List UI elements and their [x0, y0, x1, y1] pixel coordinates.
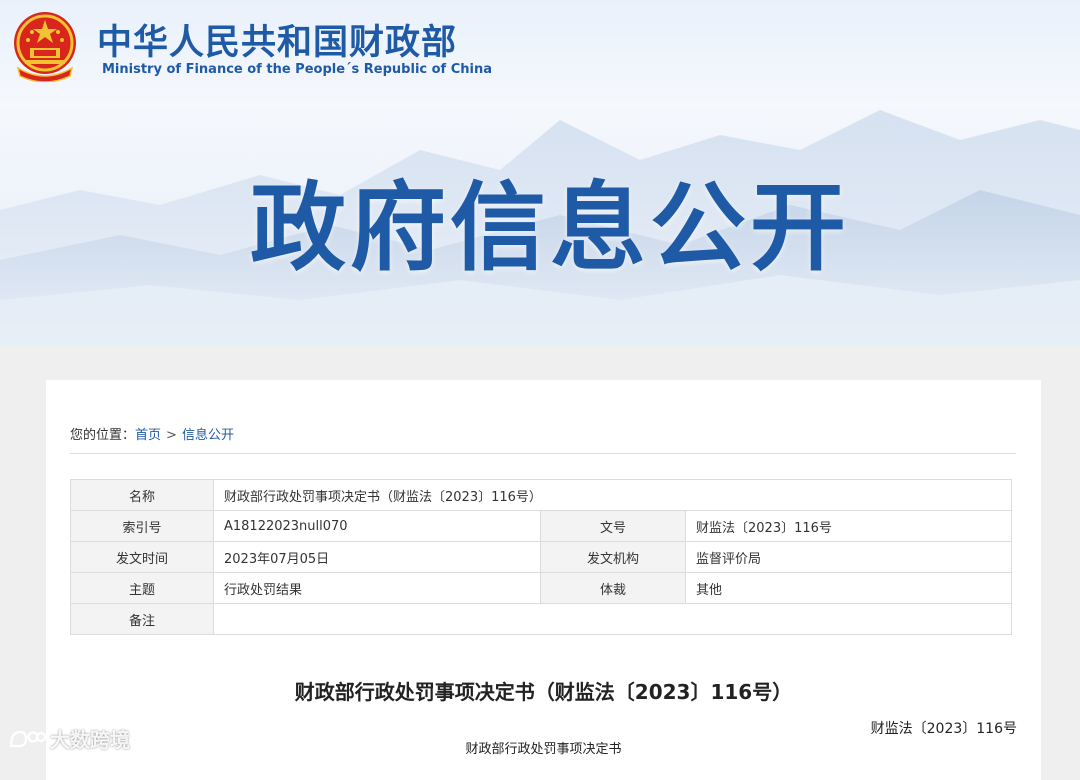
- topic-value: 行政处罚结果: [213, 572, 541, 604]
- doc-no-value: 财监法〔2023〕116号: [685, 510, 1012, 542]
- genre-value: 其他: [685, 572, 1012, 604]
- national-emblem-icon: [10, 10, 80, 83]
- date-value: 2023年07月05日: [213, 541, 541, 573]
- date-label: 发文时间: [70, 541, 214, 573]
- index-value: A18122023null070: [213, 510, 541, 542]
- document-subtitle: 财政部行政处罚事项决定书: [465, 742, 622, 757]
- hero-title: 政府信息公开: [250, 172, 850, 284]
- topic-label: 主题: [70, 572, 214, 604]
- breadcrumb: 您的位置：首页 > 信息公开: [70, 424, 234, 443]
- issuer-label: 发文机构: [540, 541, 686, 573]
- doc-no-label: 文号: [540, 510, 686, 542]
- name-label: 名称: [70, 479, 214, 511]
- breadcrumb-current-link[interactable]: 信息公开: [182, 428, 234, 443]
- issuer-value: 监督评价局: [685, 541, 1012, 573]
- breadcrumb-home-link[interactable]: 首页: [135, 428, 161, 443]
- watermark: 大数跨境: [8, 724, 130, 753]
- document-meta-table: 名称 财政部行政处罚事项决定书（财监法〔2023〕116号） 索引号 A1812…: [70, 479, 1012, 635]
- table-row: 发文时间 2023年07月05日 发文机构 监督评价局: [70, 541, 1012, 573]
- site-name-cn[interactable]: 中华人民共和国财政部: [97, 14, 457, 65]
- breadcrumb-separator: >: [166, 428, 177, 443]
- watermark-logo-icon: [9, 730, 46, 747]
- content-card: 您的位置：首页 > 信息公开 名称 财政部行政处罚事项决定书（财监法〔2023〕11…: [46, 380, 1041, 780]
- table-row: 主题 行政处罚结果 体裁 其他: [70, 572, 1012, 604]
- document-title: 财政部行政处罚事项决定书（财监法〔2023〕116号）: [294, 680, 793, 704]
- breadcrumb-prefix: 您的位置：: [70, 428, 136, 443]
- remark-label: 备注: [70, 603, 214, 635]
- divider: [70, 453, 1016, 454]
- document-number: 财监法〔2023〕116号: [870, 721, 1017, 737]
- genre-label: 体裁: [540, 572, 686, 604]
- watermark-text: 大数跨境: [50, 728, 130, 752]
- table-row: 索引号 A18122023null070 文号 财监法〔2023〕116号: [70, 510, 1012, 542]
- table-row: 名称 财政部行政处罚事项决定书（财监法〔2023〕116号）: [70, 479, 1012, 511]
- name-value: 财政部行政处罚事项决定书（财监法〔2023〕116号）: [213, 479, 1012, 511]
- site-name-en[interactable]: Ministry of Finance of the People´s Repu…: [102, 62, 492, 77]
- header-banner: 中华人民共和国财政部 Ministry of Finance of the Pe…: [0, 0, 1080, 345]
- remark-value: [213, 603, 1012, 635]
- index-label: 索引号: [70, 510, 214, 542]
- table-row: 备注: [70, 603, 1012, 635]
